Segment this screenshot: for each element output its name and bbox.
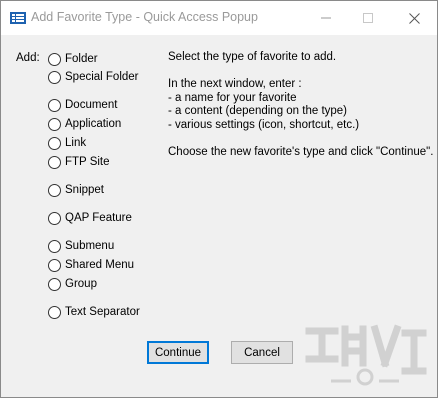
radio-application[interactable]: Application: [48, 116, 121, 132]
radio-qap-feature[interactable]: QAP Feature: [48, 210, 132, 226]
radio-button-circle[interactable]: [48, 277, 61, 291]
radio-label: Folder: [65, 53, 98, 65]
radio-special-folder[interactable]: Special Folder: [48, 69, 139, 85]
radio-shared-menu[interactable]: Shared Menu: [48, 257, 134, 273]
instruction-line: Select the type of favorite to add.: [168, 51, 337, 63]
instruction-line: - a name for your favorite: [168, 91, 297, 104]
radio-button-circle[interactable]: [48, 155, 61, 169]
radio-ftp-site[interactable]: FTP Site: [48, 154, 110, 170]
radio-button-circle[interactable]: [48, 98, 61, 112]
radio-button-circle[interactable]: [48, 211, 61, 225]
maximize-button[interactable]: [347, 1, 389, 35]
radio-submenu[interactable]: Submenu: [48, 238, 114, 254]
app-icon: [10, 12, 26, 24]
instruction-line: In the next window, enter :: [168, 78, 302, 90]
radio-label: Text Separator: [65, 306, 140, 318]
radio-button-circle[interactable]: [48, 70, 61, 84]
radio-button-circle[interactable]: [48, 258, 61, 272]
window-title: Add Favorite Type - Quick Access Popup: [31, 10, 258, 24]
radio-label: Shared Menu: [65, 259, 135, 271]
watermark-logo: [305, 324, 427, 386]
radio-button-circle[interactable]: [48, 305, 61, 319]
radio-link[interactable]: Link: [48, 135, 86, 151]
close-button[interactable]: [393, 1, 435, 35]
radio-label: Group: [65, 278, 97, 290]
radio-label: FTP Site: [65, 156, 110, 168]
instruction-line: - a content (depending on the type): [168, 105, 348, 117]
dialog-window: Add Favorite Type - Quick Access Popup A…: [0, 0, 438, 398]
continue-button[interactable]: Continue: [147, 341, 209, 364]
maximize-icon: [363, 13, 373, 23]
instruction-line: - various settings (icon, shortcut, etc.…: [168, 118, 360, 131]
radio-button-circle[interactable]: [48, 183, 61, 197]
instructions-text: Select the type of favorite to add. In t…: [168, 51, 433, 159]
radio-folder[interactable]: Folder: [48, 51, 98, 67]
radio-button-circle[interactable]: [48, 117, 61, 131]
radio-document[interactable]: Document: [48, 97, 117, 113]
minimize-button[interactable]: [305, 1, 347, 35]
radio-button-circle[interactable]: [48, 136, 61, 150]
close-icon: [408, 12, 420, 24]
radio-label: Document: [65, 99, 118, 111]
instruction-line: Choose the new favorite's type and click…: [168, 145, 434, 158]
radio-button-circle[interactable]: [48, 52, 61, 66]
radio-label: Submenu: [65, 240, 115, 252]
radio-snippet[interactable]: Snippet: [48, 182, 104, 198]
radio-group[interactable]: Group: [48, 276, 97, 292]
title-bar[interactable]: Add Favorite Type - Quick Access Popup: [1, 1, 437, 35]
radio-button-circle[interactable]: [48, 239, 61, 253]
radio-label: QAP Feature: [65, 212, 132, 224]
minimize-icon: [321, 17, 331, 19]
radio-text-separator[interactable]: Text Separator: [48, 304, 140, 320]
add-label: Add:: [16, 52, 40, 64]
cancel-button[interactable]: Cancel: [231, 341, 293, 364]
radio-label: Special Folder: [65, 71, 139, 83]
radio-label: Link: [65, 137, 87, 149]
radio-label: Snippet: [65, 184, 105, 196]
radio-label: Application: [65, 118, 122, 130]
